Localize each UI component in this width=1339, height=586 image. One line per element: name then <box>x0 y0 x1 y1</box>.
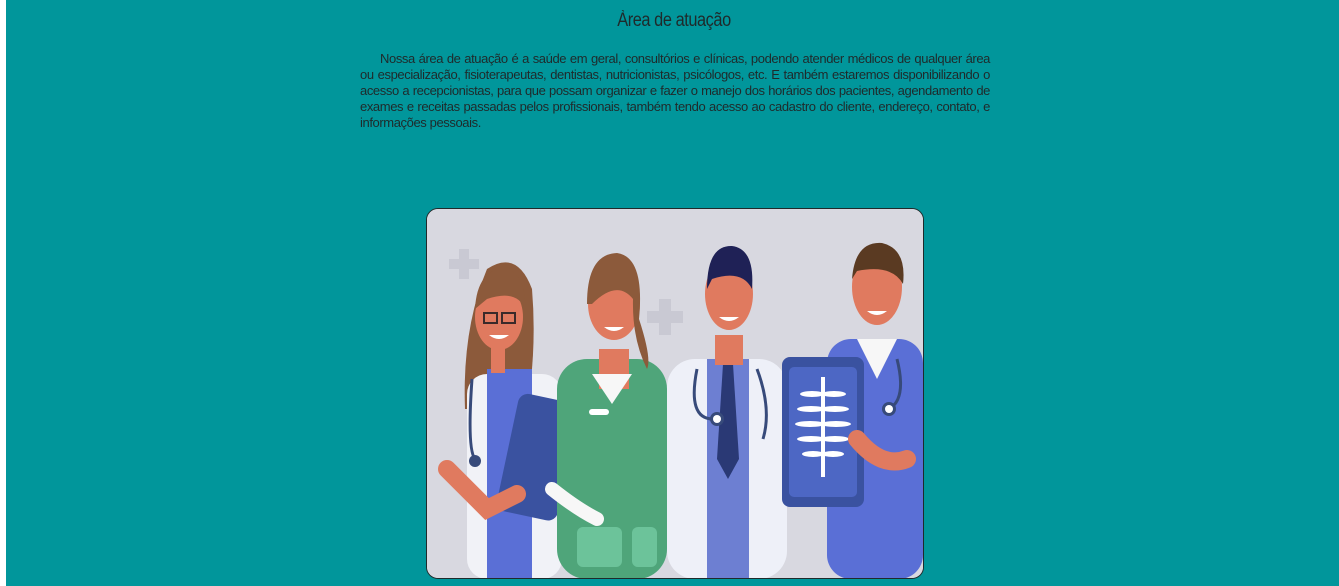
section-description: Nossa área de atuação é a saúde em geral… <box>360 51 990 130</box>
health-professionals-illustration <box>426 208 924 579</box>
section-title: Àrea de atuação <box>617 10 731 31</box>
page-container: Àrea de atuação Nossa área de atuação é … <box>6 0 1339 586</box>
